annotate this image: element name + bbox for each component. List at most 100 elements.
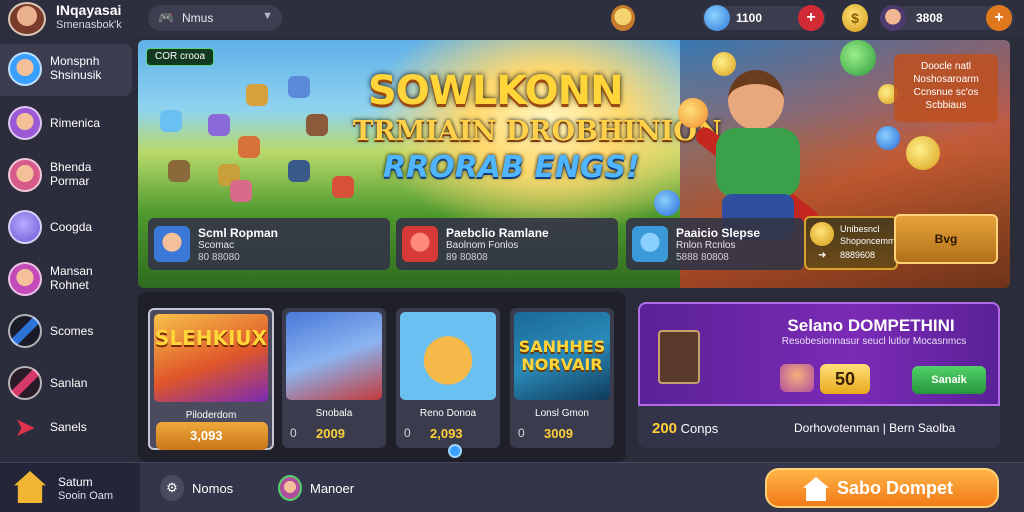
add-tokens-button[interactable]: + [986, 5, 1012, 31]
sidebar-item-label: Sanlan [50, 376, 88, 390]
cta-label: Sabo Dompet [837, 478, 954, 498]
unit-icon [208, 114, 230, 136]
banner-subtitle: TRMIAIN DROBHINION [353, 116, 722, 147]
player-subtitle: Smenasbok'k [56, 19, 122, 31]
gem-icon [704, 5, 730, 31]
promo-line: Noshosaroarm [913, 74, 979, 85]
banner-title: SOWLKONN [368, 68, 624, 114]
game-card-1[interactable]: Snobala 0 2009 [282, 308, 386, 448]
game-name: Snobala [315, 408, 353, 419]
sword-icon [8, 366, 42, 400]
gamepad-icon: 🎮 [158, 10, 175, 25]
game-thumbnail [400, 312, 496, 400]
offer-icon [632, 226, 668, 262]
sidebar: Monspnh Shsinusik Rimenica Bhenda Pormar… [0, 38, 134, 462]
bottom-nav: Satum Sooin Oam ⚙ Nomos Manoer Sabo Domp… [0, 462, 1024, 512]
season-amount: 50 [820, 364, 870, 394]
sidebar-item-0[interactable]: Monspnh Shsinusik [0, 44, 132, 96]
offer-number: 80 88080 [198, 252, 240, 263]
game-thumbnail-title: SANHHES NORVAIR [518, 337, 606, 374]
coin-icon [712, 52, 736, 76]
sidebar-item-2[interactable]: Bhenda Pormar [0, 150, 132, 202]
offer-number: 5888 80808 [676, 252, 729, 263]
offer-title: Paaicio Slepse [676, 226, 761, 240]
offer-card-3[interactable]: Paaicio Slepse Rnlon Rcnlos 5888 80808 [626, 218, 804, 270]
unit-icon [230, 180, 252, 202]
feather-icon [8, 314, 42, 348]
gold-offer-card[interactable]: Unibesncl Shoponcemm ➜ 8889608 [804, 216, 898, 270]
game-card-2[interactable]: Reno Donoa 0 2,093 [396, 308, 500, 448]
offer-icon [402, 226, 438, 262]
unit-icon [168, 160, 190, 182]
game-card-3[interactable]: SANHHES NORVAIR Lonsl Gmon 0 3009 [510, 308, 614, 448]
gold-offer-line: Shoponcemm [840, 236, 896, 246]
coin-icon [810, 222, 834, 246]
sidebar-item-1[interactable]: Rimenica [0, 98, 132, 150]
sidebar-item-5[interactable]: Scomes [0, 306, 132, 358]
sidebar-item-3[interactable]: Coogda [0, 202, 132, 254]
chevron-down-icon: ▼ [262, 10, 273, 22]
claim-button[interactable]: Sanaik [912, 366, 986, 394]
unit-icon [238, 136, 260, 158]
sidebar-item-label: Bhenda Pormar [50, 160, 92, 188]
sidebar-item-4[interactable]: Mansan Rohnet [0, 254, 132, 306]
primary-cta-button[interactable]: Sabo Dompet [765, 468, 999, 508]
offer-title: Scml Ropman [198, 226, 279, 240]
menu-dropdown-label: Nmus [182, 11, 214, 25]
hero-icon [8, 158, 42, 192]
token-count: 3808 [916, 11, 943, 25]
game-card-0[interactable]: SLEHKIUX Piloderdom 3,093 [148, 308, 274, 450]
season-count-label: Conps [680, 421, 719, 436]
game-name: Lonsl Gmon [535, 408, 589, 419]
unit-icon [288, 76, 310, 98]
offer-icon [154, 226, 190, 262]
orb-icon [8, 210, 42, 244]
game-value: 2009 [316, 426, 345, 441]
gem-icon [840, 40, 876, 76]
offer-subtitle: Rnlon Rcnlos [676, 240, 736, 251]
sidebar-item-label: Sanels [50, 420, 87, 434]
sidebar-item-label: Rimenica [50, 116, 101, 130]
hero-character [698, 70, 818, 240]
gold-offer-line: 8889608 [840, 250, 876, 260]
gear-icon: ⚙ [160, 475, 184, 501]
game-name: Reno Donoa [419, 408, 477, 419]
promo-line: Scbbiaus [925, 100, 967, 111]
menu-dropdown[interactable]: 🎮 Nmus ▼ [148, 5, 282, 31]
mascot-icon[interactable] [611, 5, 635, 31]
offer-subtitle: Scomac [198, 240, 235, 251]
promo-box[interactable]: Doocle natl Noshosaroarm Ccnsnue sc'os S… [894, 54, 998, 122]
ball-icon [678, 98, 708, 128]
player-avatar[interactable] [8, 2, 46, 36]
season-banner: Selano DOMPETHINI Resobesionnasur seucl … [638, 302, 1000, 406]
home-button[interactable]: Satum Sooin Oam [0, 463, 140, 512]
carousel-dot[interactable] [448, 444, 462, 458]
game-value: 3,093 [190, 428, 223, 443]
offer-subtitle: Baolnom Fonlos [446, 240, 519, 251]
gold-offer-line: Unibesncl [840, 224, 880, 234]
offer-number: 89 80808 [446, 252, 488, 263]
sidebar-item-label: Scomes [50, 324, 94, 338]
character-icon [8, 52, 42, 86]
arrow-right-icon: ➜ [818, 250, 827, 261]
offer-card-2[interactable]: Paebclio Ramlane Baolnom Fonlos 89 80808 [396, 218, 618, 270]
home-title: Satum [58, 475, 93, 489]
gem-currency: 1100 + [702, 5, 826, 31]
player-name: INqayasai [56, 2, 122, 18]
coin-icon[interactable]: $ [842, 4, 868, 32]
token-avatar-icon [880, 5, 906, 31]
game-thumbnail-title: SLEHKIUX [154, 326, 268, 350]
arrow-icon: ➤ [14, 412, 36, 442]
knight-icon [8, 106, 42, 140]
unit-icon [246, 84, 268, 106]
offer-card-1[interactable]: Scml Ropman Scomac 80 88080 [148, 218, 390, 270]
unit-icon [288, 160, 310, 182]
profile-icon [278, 475, 302, 501]
buy-button[interactable]: Bvg [894, 214, 998, 264]
token-currency: 3808 + [880, 5, 1014, 31]
add-gems-button[interactable]: + [798, 5, 824, 31]
sidebar-item-7[interactable]: ➤ Sanels [0, 402, 132, 454]
sidebar-item-label: Coogda [50, 220, 93, 234]
season-count: 200 Conps [652, 420, 718, 437]
warrior-icon [8, 262, 42, 296]
